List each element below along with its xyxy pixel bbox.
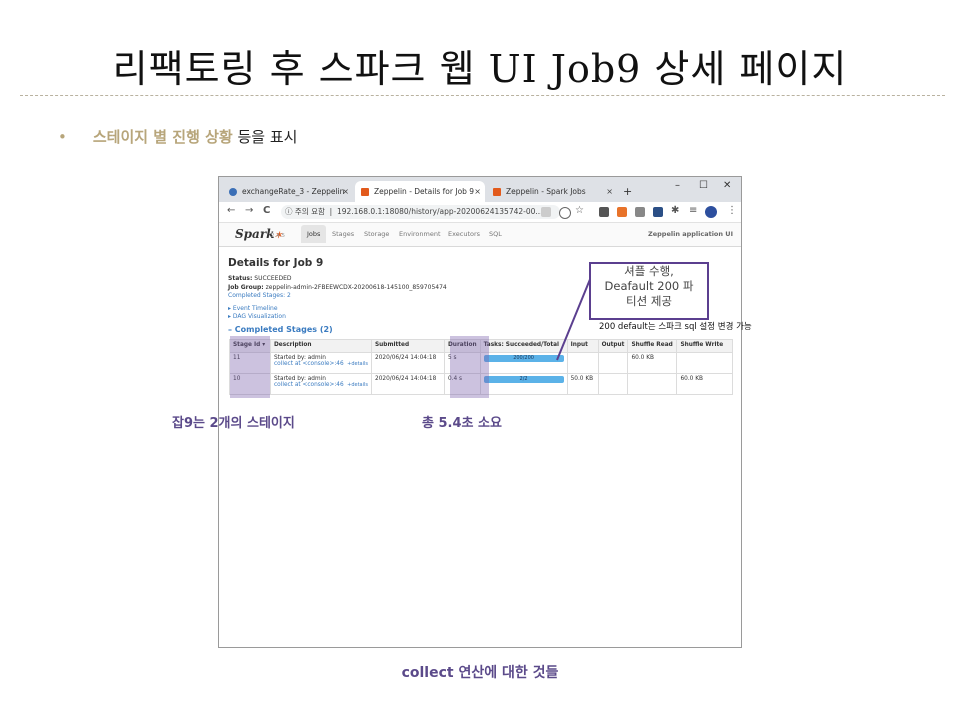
stages-count-label: 잡9는 2개의 스테이지 xyxy=(172,416,295,431)
shuffle-callout-box: 셔플 수행, Deafault 200 파 티션 제공 xyxy=(589,262,709,320)
footer-note: collect 연산에 대한 것들 xyxy=(401,665,559,681)
callout-arrow xyxy=(556,271,594,361)
total-duration-label: 총 5.4초 소요 xyxy=(422,416,502,431)
callout-note: 200 default는 스파크 sql 설정 변경 가능 xyxy=(599,322,752,332)
